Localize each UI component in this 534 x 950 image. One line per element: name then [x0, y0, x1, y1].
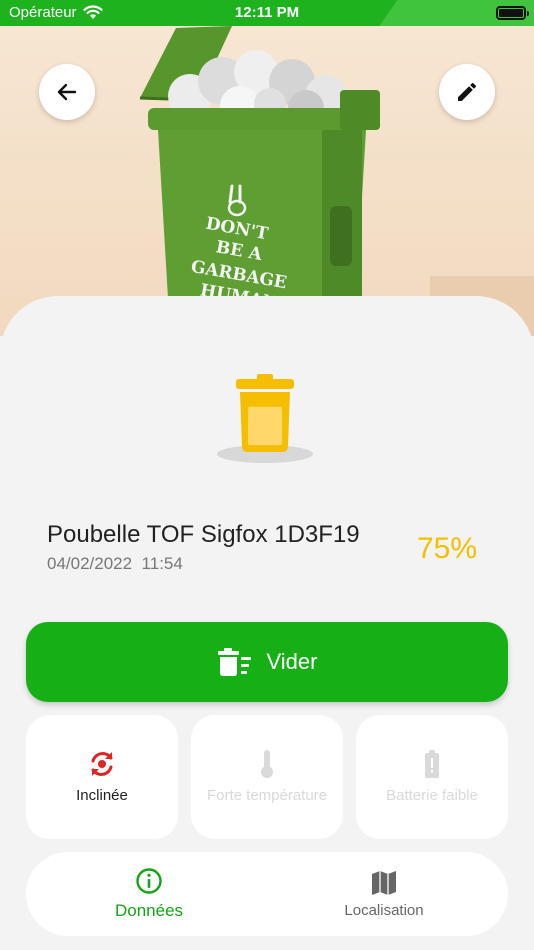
delete-sweep-icon	[217, 648, 251, 676]
tab-data-label: Données	[114, 901, 184, 920]
alert-tilted-label: Inclinée	[76, 787, 128, 804]
clock: 12:11 PM	[234, 4, 300, 21]
alert-card-low-battery[interactable]: Batterie faible	[356, 715, 508, 839]
last-update: 04/02/2022 11:54	[47, 554, 183, 574]
pencil-icon	[458, 83, 476, 101]
last-update-date: 04/02/2022	[47, 554, 133, 573]
alert-card-high-temperature[interactable]: Forte température	[191, 715, 343, 839]
edit-button[interactable]	[439, 64, 495, 120]
trash-bin-icon	[217, 374, 313, 463]
bottom-navigation: Données Localisation	[26, 852, 508, 936]
arrow-left-icon	[57, 83, 77, 101]
fill-percentage: 75%	[417, 532, 478, 565]
alert-temperature-label: Forte température	[206, 787, 328, 804]
battery-icon	[496, 6, 529, 20]
alert-battery-label: Batterie faible	[386, 787, 478, 804]
tab-location[interactable]: Localisation	[326, 852, 442, 936]
info-icon	[136, 868, 162, 894]
last-update-time: 11:54	[141, 554, 183, 573]
rotate-alert-icon	[91, 752, 113, 776]
back-button[interactable]	[39, 64, 95, 120]
alert-card-tilted[interactable]: Inclinée	[26, 715, 178, 839]
bin-title: Poubelle TOF Sigfox 1D3F19	[47, 521, 360, 548]
empty-bin-button[interactable]: Vider	[26, 622, 508, 702]
tab-location-label: Localisation	[344, 901, 424, 919]
tab-data[interactable]: Données	[94, 852, 204, 936]
bin-fill-visual	[205, 370, 325, 470]
map-icon	[372, 870, 396, 895]
empty-bin-label: Vider	[266, 649, 318, 674]
status-bar: Opérateur 12:11 PM	[0, 0, 534, 26]
battery-alert-icon	[425, 750, 439, 778]
thermometer-icon	[261, 750, 273, 778]
